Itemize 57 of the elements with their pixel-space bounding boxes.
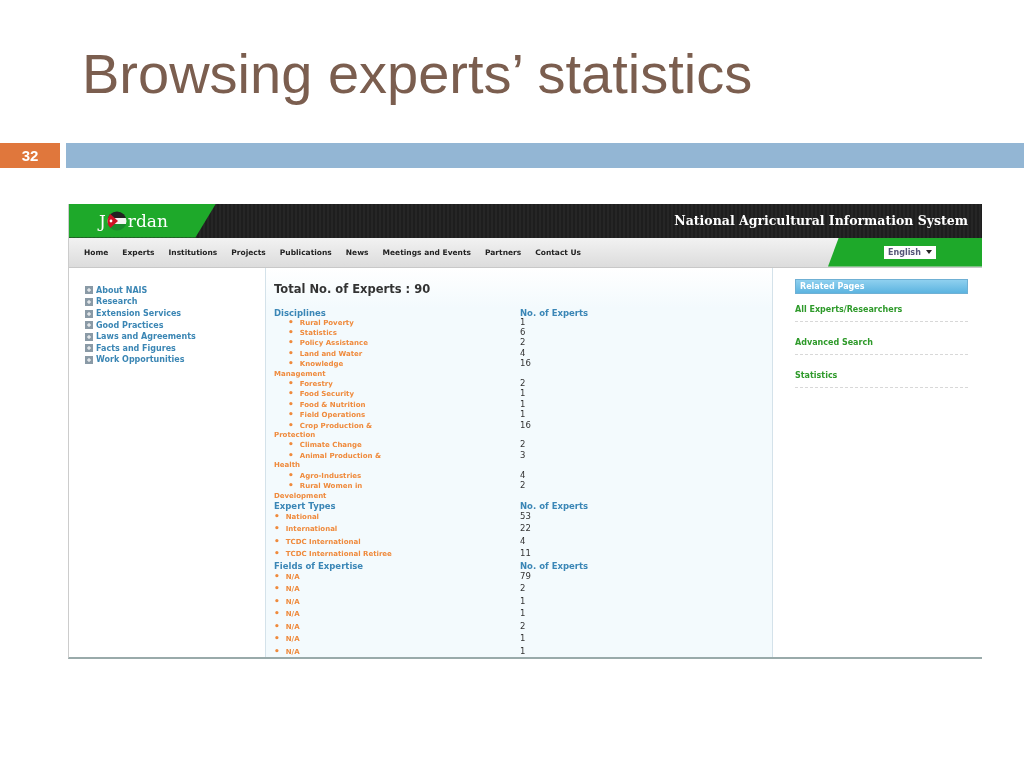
- expert-count: 2: [520, 481, 526, 491]
- expert-count: 1: [520, 389, 526, 399]
- sidebar-link[interactable]: Good Practices: [96, 320, 164, 330]
- related-link[interactable]: Statistics: [795, 370, 838, 380]
- expert-count: 4: [520, 470, 526, 481]
- section-heading: Expert Types: [274, 500, 337, 511]
- expert-count: 1: [520, 399, 526, 410]
- expert-count: 1: [520, 595, 526, 608]
- sidebar-link[interactable]: Facts and Figures: [96, 343, 176, 353]
- expand-icon[interactable]: [85, 309, 93, 318]
- expert-count: 4: [520, 348, 526, 359]
- sidebar-link[interactable]: Laws and Agreements: [96, 332, 196, 342]
- logo-text: rdan: [127, 210, 168, 231]
- expand-icon[interactable]: [85, 344, 93, 353]
- related-pages-header: Related Pages: [795, 278, 968, 294]
- expand-icon[interactable]: [85, 332, 93, 341]
- expert-count: 1: [520, 645, 526, 658]
- expert-count: 1: [520, 608, 526, 620]
- expert-count: 2: [520, 440, 526, 450]
- expert-count: 79: [520, 570, 531, 583]
- expert-count: 2: [520, 620, 526, 633]
- expert-count: 4: [520, 535, 526, 548]
- flag-globe-icon: [106, 210, 127, 231]
- related-link[interactable]: Advanced Search: [795, 337, 873, 347]
- expert-count: 16: [520, 359, 531, 369]
- total-heading: Total No. of Experts : 90: [274, 281, 432, 298]
- expand-icon[interactable]: [85, 286, 93, 295]
- site-title: National Agricultural Information System: [674, 213, 968, 229]
- related-link[interactable]: All Experts/Researchers: [795, 304, 903, 314]
- expert-count: 11: [520, 548, 531, 560]
- expert-count: 16: [520, 420, 531, 431]
- sidebar-link[interactable]: Work Opportunities: [96, 355, 185, 365]
- expert-count: 1: [520, 410, 526, 420]
- expert-count: 3: [520, 450, 526, 461]
- column-heading: No. of Experts: [520, 560, 589, 571]
- section-heading: Fields of Expertise: [274, 560, 365, 571]
- expand-icon[interactable]: [85, 355, 93, 364]
- column-heading: No. of Experts: [520, 500, 589, 511]
- expert-count: 2: [520, 338, 526, 348]
- expert-count: 2: [520, 379, 526, 389]
- slide-title: Browsing experts’ statistics: [82, 41, 753, 107]
- expert-count: 22: [520, 523, 531, 535]
- sidebar-link[interactable]: Extension Services: [96, 309, 182, 319]
- sidebar-link[interactable]: Research: [96, 297, 138, 307]
- expand-icon[interactable]: [85, 321, 93, 330]
- caret-icon: [926, 250, 932, 255]
- column-heading: No. of Experts: [520, 307, 589, 318]
- expert-count: 1: [520, 317, 526, 327]
- slide-number: 32: [0, 142, 60, 168]
- expert-count: 53: [520, 510, 531, 523]
- section-heading: Disciplines: [274, 307, 327, 318]
- expert-count: 6: [520, 328, 526, 338]
- expert-count: 2: [520, 583, 526, 595]
- logo-text: J: [99, 210, 106, 231]
- sidebar-link[interactable]: About NAIS: [96, 285, 148, 295]
- expert-count: 1: [520, 633, 526, 645]
- expand-icon[interactable]: [85, 298, 93, 306]
